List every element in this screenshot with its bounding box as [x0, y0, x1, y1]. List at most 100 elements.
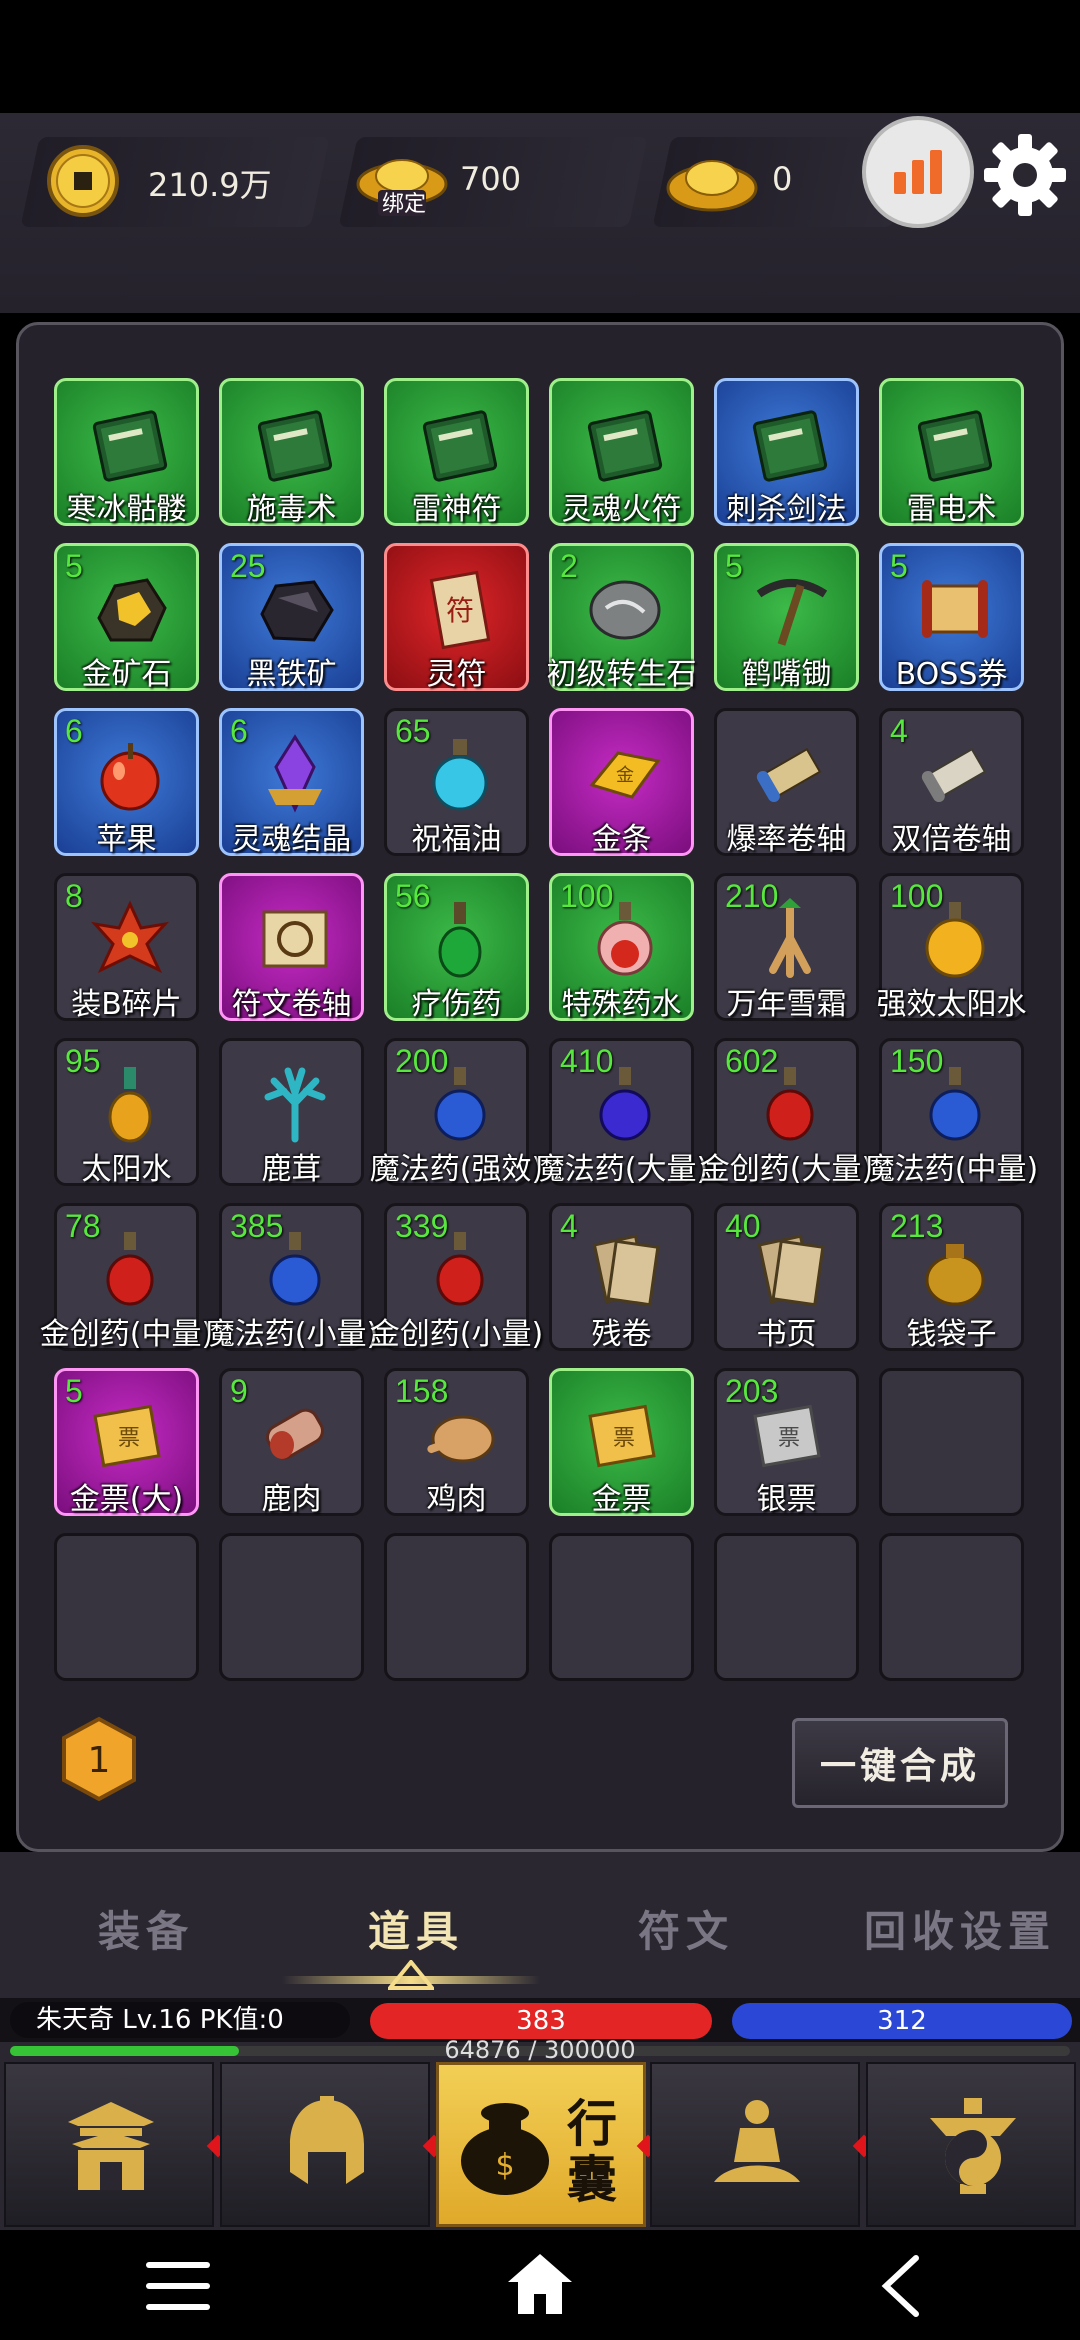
item-quantity: 95: [65, 1043, 101, 1079]
empty-inventory-slot[interactable]: [384, 1533, 529, 1681]
empty-inventory-slot[interactable]: [549, 1533, 694, 1681]
stone-icon: [589, 580, 661, 640]
home-icon[interactable]: [506, 2250, 574, 2318]
empty-inventory-slot[interactable]: [879, 1533, 1024, 1681]
pages-icon: [592, 1234, 660, 1307]
scroll-gray-icon: [921, 747, 987, 803]
item-quantity: 5: [725, 548, 743, 584]
item-quantity: 8: [65, 878, 83, 914]
ticket-gold-icon: 票: [588, 1404, 656, 1468]
empty-inventory-slot[interactable]: [54, 1533, 199, 1681]
empty-inventory-slot[interactable]: [879, 1368, 1024, 1516]
tab-runes[interactable]: 符文: [638, 1898, 734, 1959]
taiji-icon: [930, 2098, 1016, 2194]
menu-icon[interactable]: [146, 2258, 210, 2314]
svg-text:票: 票: [778, 1426, 800, 1451]
meditation-icon: [714, 2100, 800, 2182]
item-name: 强效太阳水: [876, 987, 1027, 1022]
scroll-blue-icon: [756, 747, 822, 803]
hp-bar: 383: [370, 2003, 712, 2039]
nav-cultivation-button[interactable]: [650, 2062, 860, 2227]
antler-icon: [264, 1067, 326, 1143]
item-quantity: 40: [725, 1208, 761, 1244]
status-bar: [0, 0, 1080, 113]
item-quantity: 210: [725, 878, 779, 914]
item-quantity: 158: [395, 1373, 449, 1409]
empty-inventory-slot[interactable]: [714, 1533, 859, 1681]
book-icon: [92, 410, 168, 482]
gold-bar-icon: 金: [589, 751, 661, 799]
gold-ore-icon: [97, 578, 167, 642]
tab-recycle-settings[interactable]: 回收设置: [864, 1898, 1056, 1959]
settings-gear-icon[interactable]: [980, 130, 1070, 220]
item-quantity: 4: [560, 1208, 578, 1244]
one-click-merge-button[interactable]: 一键合成: [792, 1718, 1008, 1808]
item-quantity: 385: [230, 1208, 284, 1244]
book-icon: [587, 410, 663, 482]
tab-items[interactable]: 道具: [368, 1898, 464, 1959]
item-quantity: 56: [395, 878, 431, 914]
item-quantity: 100: [560, 878, 614, 914]
back-icon[interactable]: [878, 2254, 922, 2318]
potion-yellow-icon: [108, 1067, 152, 1143]
item-quantity: 78: [65, 1208, 101, 1244]
item-quantity: 5: [65, 1373, 83, 1409]
item-quantity: 2: [560, 548, 578, 584]
player-info: 朱天奇 Lv.16 PK值:0: [10, 2002, 350, 2038]
city-gate-icon: [68, 2102, 154, 2190]
system-nav-bar: [0, 2230, 1080, 2340]
item-quantity: 5: [65, 548, 83, 584]
ranking-button[interactable]: [862, 116, 974, 228]
nav-city-button[interactable]: [4, 2062, 214, 2227]
talisman-icon: 符: [429, 570, 491, 650]
copper-coin-icon: [47, 145, 119, 217]
nav-taoist-button[interactable]: [866, 2062, 1076, 2227]
empty-inventory-slot[interactable]: [219, 1533, 364, 1681]
book-icon: [422, 410, 498, 482]
potion-cyan-icon: [432, 739, 488, 811]
item-name: 银票: [756, 1482, 817, 1517]
item-quantity: 6: [65, 713, 83, 749]
crystal-icon: [268, 734, 322, 813]
page-indicator[interactable]: 1: [56, 1716, 142, 1802]
item-quantity: 213: [890, 1208, 944, 1244]
item-quantity: 200: [395, 1043, 449, 1079]
item-quantity: 410: [560, 1043, 614, 1079]
book-icon: [917, 410, 993, 482]
bar-chart-icon: [894, 150, 942, 194]
item-name: 雷电术: [906, 492, 997, 527]
tab-equipment[interactable]: 装备: [98, 1898, 194, 1959]
iron-ore-icon: [260, 580, 334, 642]
item-quantity: 4: [890, 713, 908, 749]
apple-icon: [100, 743, 160, 811]
potion-green-icon: [438, 902, 482, 978]
rune-scroll-icon: [262, 910, 328, 968]
page-number: 1: [88, 1740, 111, 1781]
item-quantity: 100: [890, 878, 944, 914]
item-quantity: 65: [395, 713, 431, 749]
item-quantity: 9: [230, 1373, 248, 1409]
pages-icon: [757, 1234, 825, 1307]
potion-red-icon: [106, 1232, 154, 1306]
active-tab-arrow-icon: [388, 1960, 434, 1990]
item-name: 魔法药(中量): [864, 1152, 1039, 1187]
exp-fill: [10, 2046, 239, 2056]
bound-gold-value: 700: [460, 160, 522, 198]
bound-badge: 绑定: [382, 192, 427, 217]
ticket-gold-icon: 票: [93, 1404, 161, 1468]
item-quantity: 6: [230, 713, 248, 749]
item-quantity: 150: [890, 1043, 944, 1079]
item-quantity: 339: [395, 1208, 449, 1244]
item-name: 钱袋子: [906, 1317, 997, 1352]
item-name: 双倍卷轴: [891, 822, 1012, 857]
svg-text:符: 符: [446, 594, 474, 627]
pickaxe-icon: [756, 579, 828, 646]
nav-equipment-button[interactable]: [220, 2062, 430, 2227]
item-quantity: 25: [230, 548, 266, 584]
book-icon: [752, 410, 828, 482]
gold-ingot-value: 0: [772, 160, 793, 198]
gold-ingot-icon: [666, 160, 758, 212]
book-icon: [257, 410, 333, 482]
svg-text:$: $: [495, 2148, 514, 2183]
helmet-icon: [290, 2096, 364, 2184]
